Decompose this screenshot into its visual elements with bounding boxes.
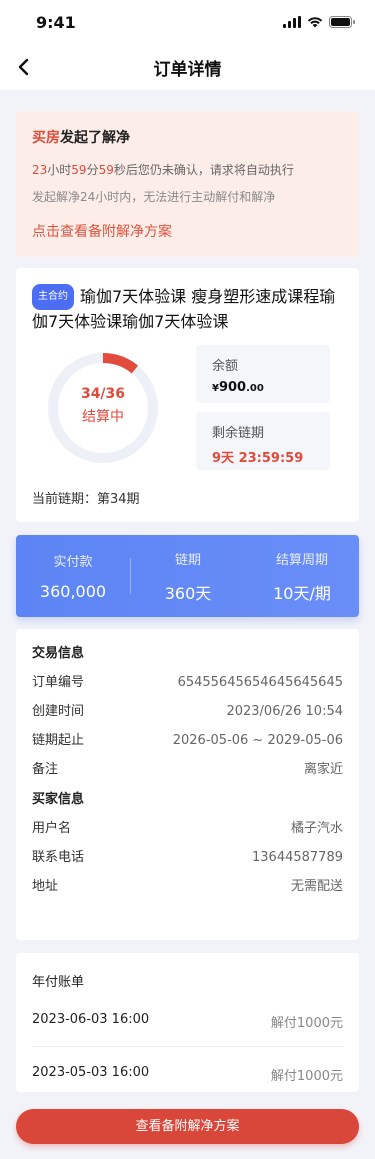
info-row: 地址 无需配送 bbox=[32, 879, 343, 908]
info-row: 链期起止 2026-05-06 ~ 2029-05-06 bbox=[32, 733, 343, 762]
info-key: 备注 bbox=[32, 762, 59, 777]
back-arrow-icon[interactable] bbox=[12, 55, 36, 79]
wifi-icon bbox=[307, 17, 323, 28]
bill-row: 2023-06-03 16:00 解付1000元 bbox=[32, 1012, 343, 1064]
info-key: 联系电话 bbox=[32, 850, 85, 865]
view-plan-button[interactable]: 查看备附解净方案 bbox=[16, 1109, 359, 1144]
balance-decimal: .00 bbox=[246, 383, 264, 394]
summary-period: 链期 360天 bbox=[131, 549, 245, 604]
info-row: 订单编号 65455645654645645645 bbox=[32, 675, 343, 704]
bill-title: 年付账单 bbox=[32, 975, 85, 990]
trade-info-title: 交易信息 bbox=[32, 646, 85, 661]
remaining-value: 9天 23:59:59 bbox=[212, 451, 304, 466]
status-icons bbox=[283, 16, 355, 28]
balance-box: 余额 ¥900.00 bbox=[196, 345, 330, 403]
info-row: 联系电话 13644587789 bbox=[32, 850, 343, 879]
countdown-minutes-unit: 分 bbox=[86, 163, 99, 177]
summary-cycle: 结算周期 10天/期 bbox=[245, 549, 359, 604]
info-key: 创建时间 bbox=[32, 704, 85, 719]
remaining-box: 剩余链期 9天 23:59:59 bbox=[196, 412, 330, 470]
alert-note: 发起解净24小时内，无法进行主动解付和解净 bbox=[32, 190, 276, 204]
info-row: 创建时间 2023/06/26 10:54 bbox=[32, 704, 343, 733]
balance-label: 余额 bbox=[212, 359, 239, 374]
remaining-label: 剩余链期 bbox=[212, 426, 265, 441]
product-card: 主合约 瑜伽7天体验课 瘦身塑形速成课程瑜伽7天体验课瑜伽7天体验课 34/36 … bbox=[16, 268, 359, 522]
info-value: 橘子汽水 bbox=[290, 821, 343, 836]
countdown-hours: 23 bbox=[32, 163, 48, 177]
progress-count: 34/36 bbox=[80, 386, 126, 402]
order-info-card: 交易信息 订单编号 65455645654645645645 创建时间 2023/0… bbox=[16, 629, 359, 940]
nav-bar: 订单详情 bbox=[0, 44, 375, 90]
buyer-info-title: 买家信息 bbox=[32, 792, 85, 807]
current-period: 当前链期：第34期 bbox=[32, 492, 140, 507]
balance-value: ¥900.00 bbox=[212, 380, 330, 395]
info-value: 无需配送 bbox=[290, 879, 343, 894]
product-title: 瑜伽7天体验课 瘦身塑形速成课程瑜伽7天体验课瑜伽7天体验课 bbox=[32, 287, 336, 331]
page-title: 订单详情 bbox=[153, 59, 222, 80]
summary-label: 实付款 bbox=[53, 555, 93, 570]
payment-summary: 实付款 360,000 链期 360天 结算周期 10天/期 bbox=[16, 535, 359, 617]
countdown-minutes: 59 bbox=[71, 163, 87, 177]
info-key: 订单编号 bbox=[32, 675, 85, 690]
countdown-hours-unit: 小时 bbox=[47, 163, 72, 177]
status-time: 9:41 bbox=[36, 12, 76, 32]
balance-amount: 900 bbox=[218, 380, 247, 395]
info-key: 地址 bbox=[32, 879, 59, 894]
countdown-suffix: 秒后您仍未确认，请求将自动执行 bbox=[113, 163, 294, 177]
info-value: 2023/06/26 10:54 bbox=[226, 704, 343, 719]
alert-countdown: 23小时59分59秒后您仍未确认，请求将自动执行 bbox=[32, 161, 343, 178]
summary-value: 360,000 bbox=[39, 582, 107, 601]
info-row: 备注 离家近 bbox=[32, 762, 343, 791]
progress-status: 结算中 bbox=[82, 409, 124, 425]
view-plan-link[interactable]: 点击查看备附解净方案 bbox=[32, 221, 343, 241]
info-key: 用户名 bbox=[32, 821, 72, 836]
bill-amount: 解付1000元 bbox=[270, 1016, 343, 1031]
summary-paid: 实付款 360,000 bbox=[16, 551, 130, 601]
annual-bill-card: 年付账单 2023-06-03 16:00 解付1000元 2023-05-03… bbox=[16, 953, 359, 1092]
battery-icon bbox=[329, 16, 355, 28]
summary-value: 360天 bbox=[164, 583, 212, 603]
status-bar: 9:41 bbox=[0, 0, 375, 44]
info-value: 离家近 bbox=[303, 762, 343, 777]
alert-action: 发起了解净 bbox=[60, 130, 130, 146]
info-row: 用户名 橘子汽水 bbox=[32, 821, 343, 850]
alert-title: 买房发起了解净 bbox=[32, 127, 343, 147]
contract-tag: 主合约 bbox=[32, 284, 74, 310]
info-value: 65455645654645645645 bbox=[177, 675, 343, 690]
info-key: 链期起止 bbox=[32, 733, 85, 748]
summary-value: 10天/期 bbox=[273, 583, 331, 603]
signal-icon bbox=[283, 16, 301, 28]
countdown-seconds: 59 bbox=[98, 163, 114, 177]
info-value[interactable]: 13644587789 bbox=[252, 850, 343, 879]
info-value: 2026-05-06 ~ 2029-05-06 bbox=[172, 733, 343, 748]
alert-initiator: 买房 bbox=[32, 130, 60, 146]
summary-label: 链期 bbox=[174, 552, 201, 568]
progress-text: 34/36 结算中 bbox=[46, 386, 160, 426]
currency-symbol: ¥ bbox=[212, 383, 219, 394]
summary-label: 结算周期 bbox=[275, 552, 328, 568]
dispute-alert: 买房发起了解净 23小时59分59秒后您仍未确认，请求将自动执行 发起解净24小… bbox=[16, 111, 359, 257]
bill-date: 2023-06-03 16:00 bbox=[32, 1012, 150, 1027]
product-title-block: 主合约 瑜伽7天体验课 瘦身塑形速成课程瑜伽7天体验课瑜伽7天体验课 bbox=[32, 284, 343, 334]
